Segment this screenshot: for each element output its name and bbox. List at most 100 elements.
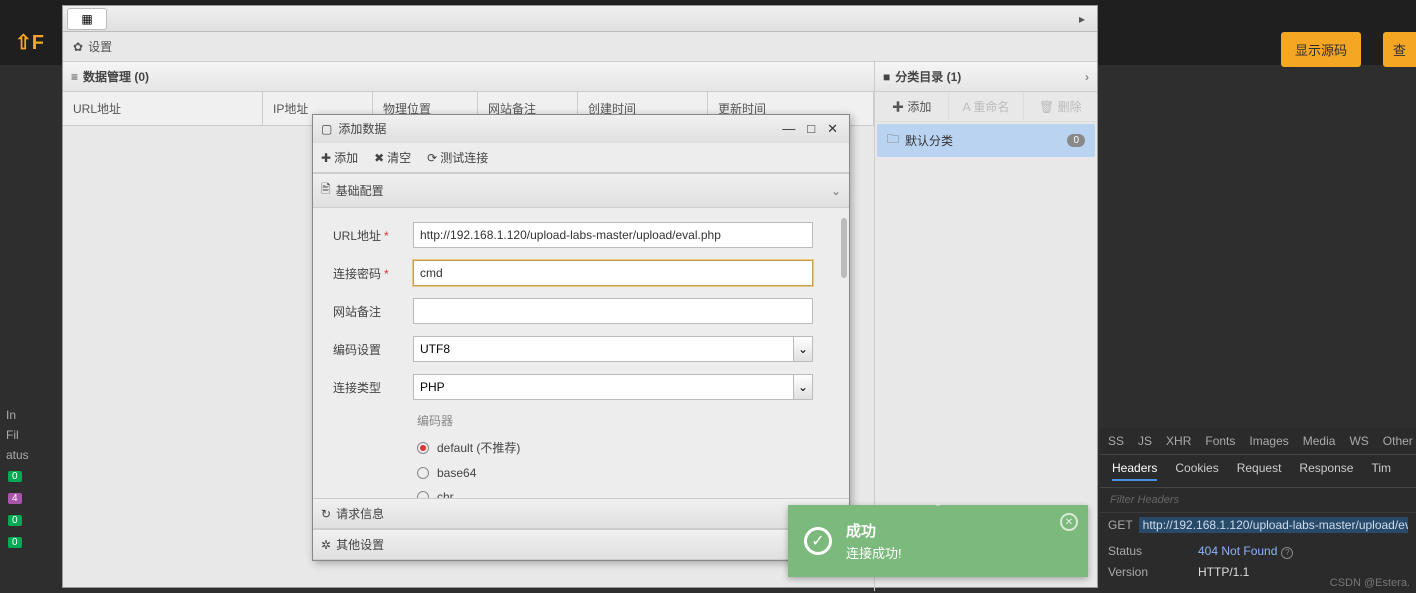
request-url: http://192.168.1.120/upload-labs-master/…: [1139, 517, 1408, 533]
label-url: URL地址*: [333, 227, 413, 244]
acc-request-header[interactable]: ↻ 请求信息: [313, 498, 849, 529]
tab-other[interactable]: Other: [1383, 434, 1413, 448]
category-panel-title: 分类目录 (1): [895, 68, 961, 85]
tab-scroll-right[interactable]: ▸: [1079, 12, 1093, 26]
encoding-select[interactable]: [413, 336, 793, 362]
tab-xhr[interactable]: XHR: [1166, 434, 1191, 448]
request-url-row[interactable]: GET http://192.168.1.120/upload-labs-mas…: [1100, 513, 1416, 537]
url-input[interactable]: [413, 222, 813, 248]
trash-icon: 🗑: [1039, 100, 1054, 114]
settings-label: 设置: [88, 40, 112, 54]
cat-delete-button: 🗑 删除: [1024, 92, 1097, 121]
home-tab[interactable]: ▦: [67, 8, 107, 30]
tab-fonts[interactable]: Fonts: [1205, 434, 1235, 448]
maximize-button[interactable]: □: [804, 121, 818, 137]
tab-bar: ▦ ▸: [63, 6, 1097, 32]
badge-0b: 0: [8, 515, 22, 526]
settings-row[interactable]: ✿ 设置: [63, 32, 1097, 62]
label-note: 网站备注: [333, 303, 413, 320]
version-key: Version: [1108, 565, 1198, 579]
status-key: Status: [1108, 544, 1198, 559]
chevron-right-icon[interactable]: ›: [1085, 70, 1089, 84]
toast-arrow-icon[interactable]: ⌃: [934, 503, 942, 514]
devtools-panel: SS JS XHR Fonts Images Media WS Other He…: [1100, 428, 1416, 593]
acc-other-label: 其他设置: [336, 536, 384, 553]
data-panel-header[interactable]: ≡ 数据管理 (0): [63, 62, 874, 92]
encoder-chr-radio[interactable]: chr: [417, 490, 829, 498]
subtab-cookies[interactable]: Cookies: [1175, 461, 1218, 481]
tab-media[interactable]: Media: [1303, 434, 1336, 448]
category-item-default[interactable]: 🗀 默认分类 0: [877, 124, 1095, 157]
encoder-default-radio[interactable]: default (不推荐): [417, 439, 829, 456]
devtools-filter-tabs: SS JS XHR Fonts Images Media WS Other: [1100, 428, 1416, 455]
http-method: GET: [1108, 518, 1133, 532]
spinner-icon: ⟳: [427, 151, 437, 165]
plus-icon: ✚: [892, 100, 904, 114]
check-icon: ✓: [804, 527, 832, 555]
check-button[interactable]: 查: [1383, 32, 1416, 67]
dlg-add-button[interactable]: ✚添加: [321, 149, 358, 166]
tab-ss[interactable]: SS: [1108, 434, 1124, 448]
file-icon: 🖹: [321, 180, 331, 201]
font-icon: A: [963, 100, 970, 114]
radio-icon: [417, 491, 429, 498]
dialog-titlebar[interactable]: ▢ 添加数据 — □ ✕: [313, 115, 849, 142]
encoder-section-label: 编码器: [417, 412, 829, 429]
col-url[interactable]: URL地址: [63, 92, 263, 125]
type-select[interactable]: [413, 374, 793, 400]
show-source-button[interactable]: 显示源码: [1281, 32, 1361, 67]
type-dropdown-button[interactable]: ⌄: [793, 374, 813, 400]
tab-images[interactable]: Images: [1249, 434, 1288, 448]
grid-icon: ▦: [81, 12, 92, 26]
window-icon: ▢: [321, 122, 332, 136]
x-icon: ✖: [374, 151, 384, 165]
category-toolbar: ✚ 添加 A 重命名 🗑 删除: [875, 92, 1097, 122]
badge-0a: 0: [8, 471, 22, 482]
acc-base-header[interactable]: 🖹 基础配置 ⌄: [313, 173, 849, 208]
acc-request-label: 请求信息: [336, 505, 384, 522]
cog-icon: ✲: [321, 538, 331, 552]
version-value: HTTP/1.1: [1198, 565, 1249, 579]
subtab-response[interactable]: Response: [1299, 461, 1353, 481]
cat-add-button[interactable]: ✚ 添加: [875, 92, 949, 121]
subtab-headers[interactable]: Headers: [1112, 461, 1157, 481]
close-button[interactable]: ✕: [824, 121, 841, 137]
plus-circle-icon: ✚: [321, 151, 331, 165]
password-input[interactable]: [413, 260, 813, 286]
radio-icon: [417, 442, 429, 454]
success-toast: ⌃ ✓ 成功 连接成功! ✕: [788, 505, 1088, 577]
encoder-base64-radio[interactable]: base64: [417, 466, 829, 480]
category-item-label: 默认分类: [905, 132, 953, 149]
watermark: CSDN @Estera.: [1330, 577, 1410, 589]
dock-status: atus: [0, 445, 60, 465]
tab-ws[interactable]: WS: [1349, 434, 1368, 448]
list-icon: ≡: [71, 70, 78, 84]
badge-0c: 0: [8, 537, 22, 548]
subtab-timing[interactable]: Tim: [1371, 461, 1391, 481]
category-panel-header[interactable]: ■ 分类目录 (1) ›: [875, 62, 1097, 92]
cat-rename-button: A 重命名: [949, 92, 1023, 121]
dialog-title: 添加数据: [338, 120, 386, 137]
acc-other-header[interactable]: ✲ 其他设置: [313, 529, 849, 560]
add-data-dialog: ▢ 添加数据 — □ ✕ ✚添加 ✖清空 ⟳测试连接 🖹 基础配置 ⌄ URL地…: [312, 114, 850, 561]
toast-close-button[interactable]: ✕: [1060, 513, 1078, 531]
tab-js[interactable]: JS: [1138, 434, 1152, 448]
minimize-button[interactable]: —: [779, 121, 798, 137]
left-dock: In Fil atus 0 4 0 0: [0, 405, 60, 553]
filter-headers-input[interactable]: Filter Headers: [1100, 488, 1416, 513]
radio-icon: [417, 467, 429, 479]
subtab-request[interactable]: Request: [1237, 461, 1282, 481]
dlg-clear-button[interactable]: ✖清空: [374, 149, 411, 166]
note-input[interactable]: [413, 298, 813, 324]
info-icon[interactable]: ?: [1281, 547, 1293, 559]
toast-message: 连接成功!: [846, 543, 902, 562]
status-value: 404 Not Found: [1198, 544, 1277, 558]
refresh-icon: ↻: [321, 507, 331, 521]
gear-icon: ✿: [73, 40, 83, 54]
dock-in[interactable]: In: [6, 408, 16, 422]
site-logo: ⇧F: [15, 30, 44, 55]
scrollbar-thumb[interactable]: [841, 218, 847, 278]
encoding-dropdown-button[interactable]: ⌄: [793, 336, 813, 362]
dlg-test-button[interactable]: ⟳测试连接: [427, 149, 488, 166]
dock-filter[interactable]: Fil: [0, 425, 60, 445]
